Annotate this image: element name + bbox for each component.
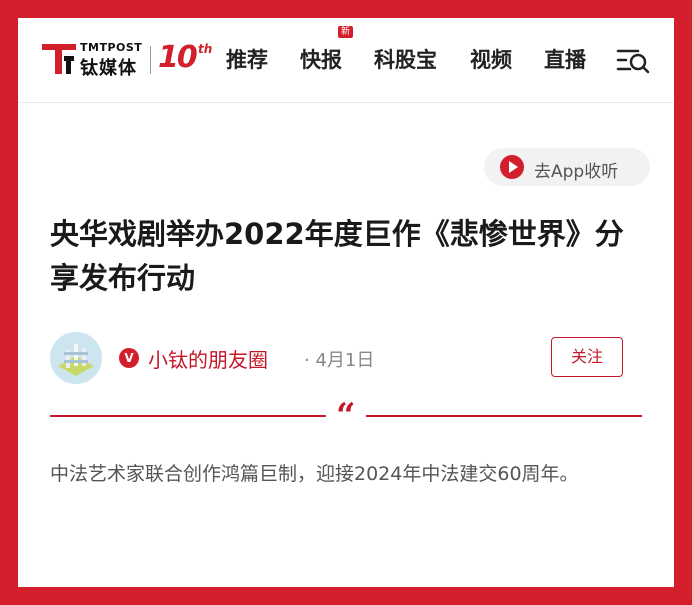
new-badge: 新 [338,26,354,38]
nav-item-video[interactable]: 视频 [470,44,512,74]
nav-item-flash[interactable]: 快报 新 [300,26,354,74]
nav-item-flash-label: 快报 [300,48,342,72]
article-title: 央华戏剧举办2022年度巨作《悲惨世界》分享发布行动 [50,217,624,295]
site-logo[interactable]: TMTPOST 钛媒体 10 th [42,40,212,80]
tmtpost-logo-icon [42,44,76,74]
publish-date: · 4月1日 [304,350,375,371]
logo-chinese-text: 钛媒体 [80,58,137,79]
listen-in-app-label: 去App收听 [534,162,619,182]
menu-search-icon[interactable] [616,46,650,74]
quote-icon: “ [336,396,356,436]
logo-anniversary-suffix: th [198,42,213,56]
follow-button[interactable]: 关注 [551,337,623,377]
verified-badge-icon: V [119,348,139,368]
nav-item-live[interactable]: 直播 [544,44,586,74]
logo-divider [150,46,151,74]
divider-left [50,415,326,417]
article-summary: 中法艺术家联合创作鸿篇巨制，迎接2024年中法建交60周年。 [50,463,579,485]
play-icon [500,155,524,179]
logo-anniversary-number: 10 [158,40,198,75]
nav-item-stock[interactable]: 科股宝 [374,44,437,74]
listen-in-app-button[interactable]: 去App收听 [484,148,650,186]
logo-english-text: TMTPOST [80,41,143,54]
top-header: TMTPOST 钛媒体 10 th 推荐 快报 新 科股宝 视频 直播 [18,18,674,103]
avatar-image [50,332,102,384]
author-avatar[interactable] [50,332,102,384]
author-name[interactable]: 小钛的朋友圈 [148,344,268,373]
divider-right [366,415,642,417]
page-frame: TMTPOST 钛媒体 10 th 推荐 快报 新 科股宝 视频 直播 去App… [18,18,674,587]
nav-item-recommend[interactable]: 推荐 [226,44,268,74]
